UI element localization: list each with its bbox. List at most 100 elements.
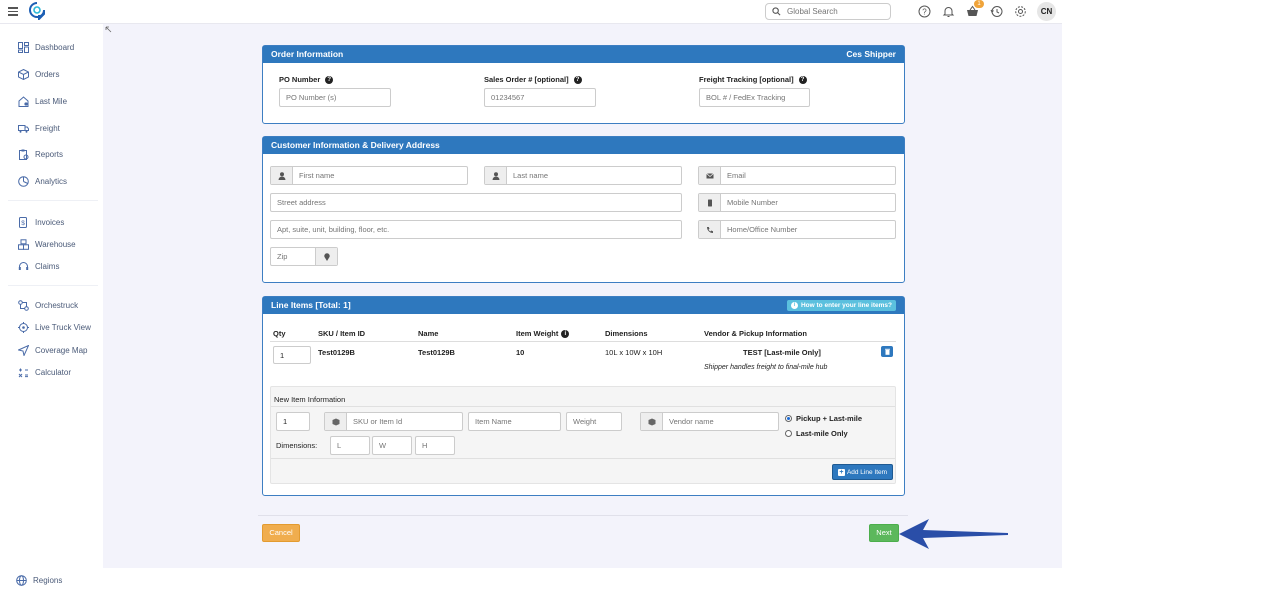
first-name-input[interactable]	[293, 171, 467, 180]
sidebar-item-orchestruck[interactable]: Orchestruck	[18, 298, 78, 312]
sidebar-item-claims[interactable]: Claims	[18, 259, 59, 273]
global-search[interactable]	[765, 3, 891, 20]
line-items-help-button[interactable]: i How to enter your line items?	[786, 300, 896, 311]
sidebar-item-freight[interactable]: Freight	[18, 121, 60, 135]
logo-icon[interactable]	[29, 2, 45, 20]
sales-order-field[interactable]	[484, 88, 596, 107]
question-icon[interactable]: ?	[573, 75, 582, 84]
zip-input[interactable]	[271, 252, 315, 261]
last-name-field[interactable]	[484, 166, 682, 185]
radio-pickup-last-mile[interactable]: Pickup + Last-mile	[785, 414, 862, 423]
length-field[interactable]	[330, 436, 370, 455]
last-name-input[interactable]	[507, 171, 681, 180]
report-icon	[19, 149, 29, 160]
col-header-sku: SKU / Item ID	[318, 329, 366, 338]
sidebar-item-live-truck-view[interactable]: Live Truck View	[18, 320, 91, 334]
email-input[interactable]	[721, 171, 895, 180]
zip-field[interactable]	[270, 247, 338, 266]
freight-tracking-input[interactable]	[700, 93, 809, 102]
sidebar-item-orders[interactable]: Orders	[18, 67, 59, 81]
radio-dot-selected[interactable]	[785, 415, 792, 422]
help-icon[interactable]: ?	[918, 5, 931, 18]
length-input[interactable]	[331, 441, 369, 450]
row-dimensions: 10L x 10W x 10H	[605, 348, 663, 357]
freight-tracking-label: Freight Tracking [optional]?	[699, 75, 807, 84]
sidebar-item-dashboard[interactable]: Dashboard	[18, 40, 74, 54]
menu-icon[interactable]	[8, 7, 18, 16]
apt-suite-field[interactable]	[270, 220, 682, 239]
sidebar-item-reports[interactable]: Reports	[18, 147, 63, 161]
width-field[interactable]	[372, 436, 412, 455]
sidebar-item-label: Freight	[35, 123, 60, 133]
row-qty-input[interactable]	[274, 350, 310, 360]
question-icon[interactable]: ?	[798, 75, 807, 84]
new-vendor-input[interactable]	[663, 417, 778, 426]
avatar[interactable]: CN	[1037, 2, 1056, 21]
home-office-number-field[interactable]	[698, 220, 896, 239]
sidebar-item-coverage-map[interactable]: Coverage Map	[18, 343, 87, 357]
new-sku-input[interactable]	[347, 417, 462, 426]
bell-icon[interactable]	[942, 5, 955, 18]
height-input[interactable]	[416, 441, 454, 450]
next-button[interactable]: Next	[869, 524, 899, 542]
info-icon[interactable]: i	[561, 329, 570, 338]
top-bar: ? 1 CN	[0, 0, 1062, 24]
new-sku-field[interactable]	[324, 412, 463, 431]
sidebar-item-label: Last Mile	[35, 96, 68, 106]
col-header-name: Name	[418, 329, 439, 338]
mobile-number-input[interactable]	[721, 198, 895, 207]
home-office-number-input[interactable]	[721, 225, 895, 234]
sales-order-input[interactable]	[485, 93, 595, 102]
email-field[interactable]	[698, 166, 896, 185]
street-address-field[interactable]	[270, 193, 682, 212]
table-header-divider	[270, 341, 896, 342]
new-item-name-input[interactable]	[469, 417, 560, 426]
freight-tracking-field[interactable]	[699, 88, 810, 107]
radio-dot[interactable]	[785, 430, 792, 437]
delete-row-button[interactable]	[881, 346, 893, 357]
row-weight: 10	[516, 348, 525, 357]
new-weight-field[interactable]	[566, 412, 622, 431]
apt-suite-input[interactable]	[271, 225, 681, 234]
po-number-field[interactable]	[279, 88, 391, 107]
gear-icon[interactable]	[1014, 5, 1027, 18]
search-icon	[772, 7, 781, 16]
collapse-icon[interactable]	[105, 26, 113, 34]
sales-order-label-text: Sales Order # [optional]	[484, 75, 569, 84]
cancel-button[interactable]: Cancel	[262, 524, 300, 542]
sidebar-item-regions[interactable]: Regions	[16, 573, 62, 587]
history-icon[interactable]	[990, 5, 1003, 18]
sidebar-item-label: Invoices	[35, 217, 65, 227]
footer-divider	[258, 515, 908, 516]
row-qty-field[interactable]	[273, 346, 311, 364]
height-field[interactable]	[415, 436, 455, 455]
width-input[interactable]	[373, 441, 411, 450]
radio-label: Pickup + Last-mile	[796, 414, 863, 423]
new-qty-field[interactable]	[276, 412, 310, 431]
divider	[271, 406, 895, 407]
sidebar-item-warehouse[interactable]: Warehouse	[18, 237, 76, 251]
sidebar-item-calculator[interactable]: Calculator	[18, 365, 71, 379]
radio-last-mile-only[interactable]: Last-mile Only	[785, 429, 848, 438]
search-input[interactable]	[787, 7, 887, 16]
sidebar-item-analytics[interactable]: Analytics	[18, 174, 67, 188]
house-icon	[18, 95, 29, 107]
sidebar-item-invoices[interactable]: $ Invoices	[18, 215, 64, 229]
envelope-icon	[699, 167, 721, 184]
panel-title: Line Items [Total: 1]	[271, 300, 351, 310]
svg-text:?: ?	[922, 7, 927, 16]
new-weight-input[interactable]	[567, 417, 621, 426]
street-address-input[interactable]	[271, 198, 681, 207]
question-icon[interactable]: ?	[325, 75, 334, 84]
po-number-input[interactable]	[280, 93, 390, 102]
new-vendor-field[interactable]	[640, 412, 779, 431]
add-line-item-button[interactable]: + Add Line Item	[832, 464, 893, 480]
new-item-name-field[interactable]	[468, 412, 561, 431]
new-qty-input[interactable]	[277, 417, 309, 426]
map-marker-icon[interactable]	[315, 248, 337, 265]
divider	[271, 458, 895, 459]
row-vendor-note: Shipper handles freight to final-mile hu…	[704, 364, 828, 371]
first-name-field[interactable]	[270, 166, 468, 185]
mobile-number-field[interactable]	[698, 193, 896, 212]
sidebar-item-last-mile[interactable]: Last Mile	[18, 94, 67, 108]
